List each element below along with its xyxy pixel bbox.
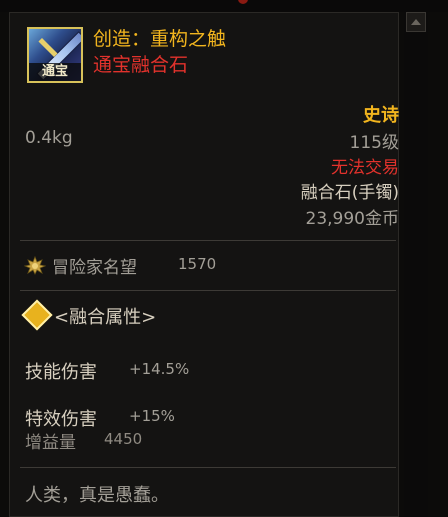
stat-label: 技能伤害 bbox=[25, 362, 97, 383]
clipped-red-mark bbox=[238, 0, 248, 4]
scrollbar-track[interactable] bbox=[404, 12, 428, 517]
item-type: 通宝融合石 bbox=[93, 54, 189, 76]
fame-label: 冒险家名望 bbox=[52, 258, 137, 278]
item-rarity: 史诗 bbox=[363, 105, 399, 126]
item-weight: 0.4kg bbox=[25, 128, 73, 148]
divider-line bbox=[20, 467, 396, 468]
stat-value: +14.5% bbox=[129, 360, 190, 378]
item-name: 创造：重构之触 bbox=[93, 28, 227, 50]
stat-value: +15% bbox=[129, 407, 175, 425]
sword-hilt-shape bbox=[38, 37, 58, 58]
fame-crest-icon bbox=[24, 255, 46, 275]
divider-line bbox=[20, 240, 396, 241]
flavor-text: 人类，真是愚蠢。 bbox=[25, 485, 169, 506]
fame-value: 1570 bbox=[178, 255, 217, 273]
buff-label: 增益量 bbox=[25, 433, 76, 453]
top-clipped-strip bbox=[0, 0, 448, 12]
icon-badge: 通宝 bbox=[29, 63, 81, 81]
sword-item-icon: 通宝 bbox=[27, 27, 83, 83]
buff-value: 4450 bbox=[104, 430, 143, 448]
item-price: 23,990金币 bbox=[305, 209, 399, 229]
divider-line bbox=[20, 290, 396, 291]
fusion-attribute-heading: <融合属性> bbox=[54, 307, 157, 328]
item-level: 115级 bbox=[349, 133, 399, 153]
scroll-up-arrow-icon[interactable] bbox=[406, 12, 426, 32]
item-tooltip-window: 通宝 创造：重构之触 通宝融合石 史诗 115级 无法交易 融合石(手镯) 23… bbox=[0, 0, 448, 517]
trade-status: 无法交易 bbox=[331, 158, 399, 178]
item-slot: 融合石(手镯) bbox=[300, 183, 399, 203]
